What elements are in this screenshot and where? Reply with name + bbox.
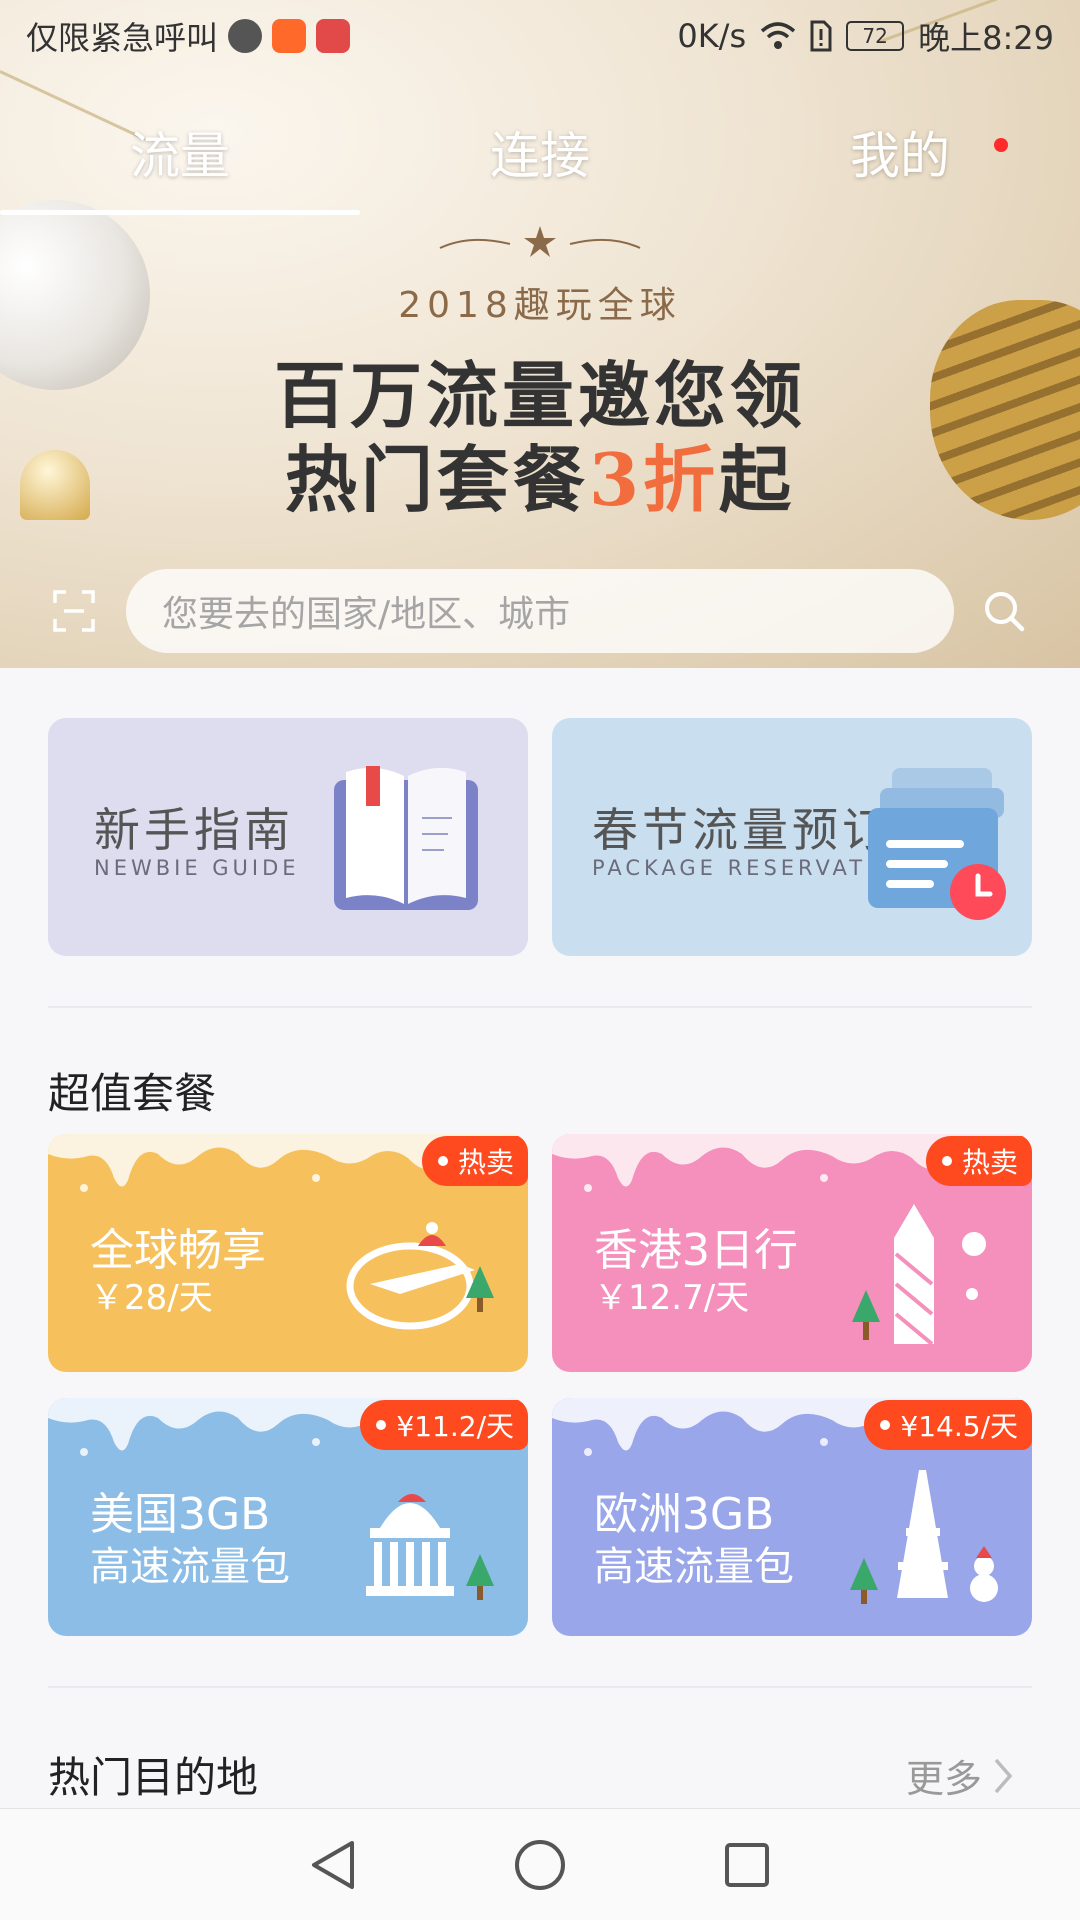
notification-dot xyxy=(994,138,1008,152)
top-tabs: 流量 连接 我的 xyxy=(0,98,1080,218)
snowflake xyxy=(312,1174,320,1182)
search-placeholder: 您要去的国家/地区、城市 xyxy=(162,594,571,635)
snowflake xyxy=(584,1184,592,1192)
sim-alert-icon xyxy=(810,20,832,52)
tab-indicator xyxy=(0,210,360,215)
package-subtitle: 高速流量包 xyxy=(90,1544,290,1590)
book-icon xyxy=(334,766,478,910)
package-price: ￥12.7/天 xyxy=(594,1278,750,1318)
package-card-usa[interactable]: ¥11.2/天 美国3GB 高速流量包 xyxy=(48,1398,528,1636)
newbie-guide-card[interactable]: 新手指南 NEWBIE GUIDE xyxy=(48,718,528,956)
tab-traffic[interactable]: 流量 xyxy=(0,98,360,218)
search-icon[interactable] xyxy=(982,589,1026,633)
promo-text: 2018趣玩全球 百万流量邀您领 热门套餐3折起 xyxy=(0,222,1080,522)
eiffel-tower-icon xyxy=(850,1470,998,1604)
hot-sale-tag: 热卖 xyxy=(421,1136,528,1186)
snowflake xyxy=(80,1184,88,1192)
hero-banner[interactable]: 仅限紧急呼叫 0K/s 72 晚上8:29 流量 连接 我的 2018趣玩全球 … xyxy=(0,0,1080,668)
wifi-icon xyxy=(760,22,796,49)
snowflake xyxy=(584,1448,592,1456)
tab-connect[interactable]: 连接 xyxy=(360,98,720,218)
status-bar: 仅限紧急呼叫 0K/s 72 晚上8:29 xyxy=(0,0,1080,72)
home-circle-icon xyxy=(514,1839,565,1890)
packages-section-title: 超值套餐 xyxy=(48,1069,217,1118)
search-input[interactable]: 您要去的国家/地区、城市 xyxy=(126,569,954,653)
chevron-right-icon xyxy=(994,1758,1013,1793)
recents-button[interactable] xyxy=(717,1835,777,1895)
hk-tower-icon xyxy=(852,1204,986,1346)
package-name: 美国3GB xyxy=(90,1489,271,1540)
more-label: 更多 xyxy=(906,1757,983,1801)
carrier-text: 仅限紧急呼叫 xyxy=(26,19,219,57)
promo-headline: 百万流量邀您领 xyxy=(273,353,806,438)
package-card-global[interactable]: 热卖 全球畅享 ￥28/天 xyxy=(48,1134,528,1372)
hot-sale-tag: 热卖 xyxy=(925,1136,1032,1186)
back-button[interactable] xyxy=(303,1835,363,1895)
package-card-europe[interactable]: ¥14.5/天 欧洲3GB 高速流量包 xyxy=(552,1398,1032,1636)
more-link[interactable]: 更多 xyxy=(906,1748,1014,1803)
audio-app-icon xyxy=(228,19,263,53)
package-subtitle: 高速流量包 xyxy=(594,1544,794,1590)
package-name: 全球畅享 xyxy=(90,1225,266,1276)
battery-indicator: 72 xyxy=(846,21,905,51)
video-app-icon xyxy=(272,19,307,53)
price-tag: ¥11.2/天 xyxy=(360,1400,528,1450)
package-name: 香港3日行 xyxy=(594,1225,798,1276)
recents-square-icon xyxy=(724,1842,769,1887)
discount-highlight: 3折 xyxy=(588,437,720,522)
net-speed: 0K/s xyxy=(677,17,747,55)
package-price: ￥28/天 xyxy=(90,1278,213,1318)
clock: 晚上8:29 xyxy=(918,19,1054,57)
package-card-hongkong[interactable]: 热卖 香港3日行 ￥12.7/天 xyxy=(552,1134,1032,1372)
star-flourish-icon xyxy=(439,226,641,257)
snowflake xyxy=(312,1438,320,1446)
scan-icon[interactable] xyxy=(52,589,96,633)
gallery-app-icon xyxy=(316,19,351,53)
quick-subtitle: NEWBIE GUIDE xyxy=(94,856,300,880)
section-divider xyxy=(48,1686,1032,1688)
tab-mine[interactable]: 我的 xyxy=(720,98,1080,218)
promo-year-line: 2018趣玩全球 xyxy=(398,285,682,326)
home-button[interactable] xyxy=(510,1835,570,1895)
price-tag: ¥14.5/天 xyxy=(864,1400,1032,1450)
capitol-icon xyxy=(366,1494,494,1600)
snowflake xyxy=(820,1438,828,1446)
back-triangle-icon xyxy=(312,1840,355,1889)
calendar-clock-icon xyxy=(868,768,1006,920)
destinations-section-title: 热门目的地 xyxy=(48,1753,259,1802)
section-divider xyxy=(48,1006,1032,1008)
snowflake xyxy=(80,1448,88,1456)
system-nav-bar xyxy=(0,1808,1080,1920)
plane-globe-icon xyxy=(346,1222,494,1330)
search-row: 您要去的国家/地区、城市 xyxy=(0,568,1080,654)
package-reservation-card[interactable]: 春节流量预订 PACKAGE RESERVATION xyxy=(552,718,1032,956)
promo-subheadline: 热门套餐3折起 xyxy=(284,437,796,522)
quick-title: 春节流量预订 xyxy=(592,803,892,857)
snowflake xyxy=(820,1174,828,1182)
quick-title: 新手指南 xyxy=(94,803,294,857)
package-name: 欧洲3GB xyxy=(594,1489,775,1540)
